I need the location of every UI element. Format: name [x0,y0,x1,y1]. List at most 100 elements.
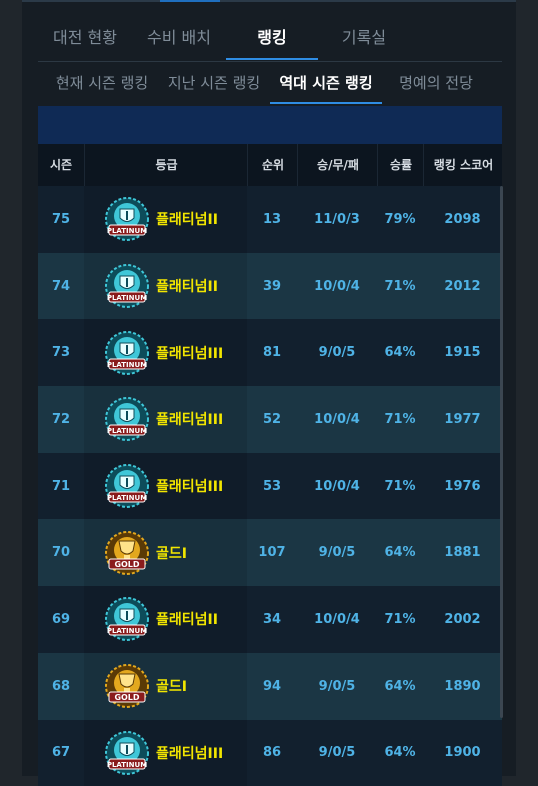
record-cell: 10/0/4 [297,453,377,520]
grade-cell: PLATINUM 플래티넘II [84,186,247,253]
svg-text:PLATINUM: PLATINUM [107,227,147,235]
gold-badge-icon: GOLD [104,663,150,709]
win-rate-cell: 71% [377,453,423,520]
tab-defense-setup[interactable]: 수비 배치 [146,20,212,60]
svg-text:GOLD: GOLD [114,560,139,569]
table-row: 73PLATINUM플래티넘III819/0/564%1915 [38,319,502,386]
table-row: 71PLATINUM플래티넘III5310/0/471%1976 [38,453,502,520]
grade-cell: GOLD 골드I [84,653,247,720]
rank-cell: 81 [247,319,297,386]
platinum-badge-icon: PLATINUM [104,730,150,776]
rank-cell: 107 [247,519,297,586]
table-banner [38,106,502,144]
season-cell: 70 [38,519,84,586]
scrollbar[interactable] [500,186,503,718]
header-grade: 등급 [84,144,248,186]
record-cell: 9/0/5 [297,720,377,786]
tab-hall-of-fame[interactable]: 명예의 전당 [398,64,474,104]
table-row: 74PLATINUM플래티넘II3910/0/471%2012 [38,253,502,320]
record-cell: 9/0/5 [297,653,377,720]
table-row: 67 PLATINUM 플래티넘III 869/0/564%1900 [38,720,502,786]
score-cell: 1915 [423,319,502,386]
grade-cell: PLATINUM플래티넘II [84,586,247,653]
rank-cell: 94 [247,653,297,720]
season-cell: 74 [38,253,84,320]
table-body: 75 PLATINUM 플래티넘II 1311/0/379%2098 74 PLATINU… [38,186,502,786]
gold-badge-icon: GOLD [104,530,150,576]
platinum-badge-icon: PLATINUM [104,263,150,309]
score-cell: 1977 [423,386,502,453]
svg-text:PLATINUM: PLATINUM [107,361,147,369]
grade-name: 플래티넘III [156,476,223,496]
grade-name: 플래티넘II [156,276,218,296]
season-cell: 69 [38,586,84,653]
rank-cell: 13 [247,186,297,253]
top-divider [22,0,516,2]
season-cell: 67 [38,720,84,786]
svg-text:PLATINUM: PLATINUM [107,494,147,502]
score-cell: 1881 [423,519,502,586]
main-tab-bar: 대전 현황 수비 배치 랭킹 기록실 [22,20,516,62]
table-row: 69PLATINUM플래티넘II3410/0/471%2002 [38,586,502,653]
score-cell: 1890 [423,653,502,720]
svg-text:PLATINUM: PLATINUM [107,294,147,302]
header-win-rate: 승률 [377,144,424,186]
win-rate-cell: 64% [377,720,423,786]
table-header: 시즌 등급 순위 승/무/패 승률 랭킹 스코어 [38,144,502,186]
tab-last-season-ranking[interactable]: 지난 시즌 랭킹 [166,64,262,104]
table-row: 75 PLATINUM 플래티넘II 1311/0/379%2098 [38,186,502,253]
tab-divider [38,61,502,62]
score-cell: 2098 [423,186,502,253]
header-score: 랭킹 스코어 [423,144,503,186]
record-cell: 9/0/5 [297,519,377,586]
sub-tab-bar: 현재 시즌 랭킹 지난 시즌 랭킹 역대 시즌 랭킹 명예의 전당 [22,64,516,106]
record-cell: 10/0/4 [297,253,377,320]
record-cell: 9/0/5 [297,319,377,386]
platinum-badge-icon: PLATINUM [104,330,150,376]
grade-name: 골드I [156,676,187,696]
tab-ranking[interactable]: 랭킹 [226,20,318,60]
season-cell: 72 [38,386,84,453]
rank-cell: 52 [247,386,297,453]
season-cell: 68 [38,653,84,720]
win-rate-cell: 64% [377,519,423,586]
grade-cell: PLATINUM 플래티넘III [84,720,247,786]
platinum-badge-icon: PLATINUM [104,196,150,242]
grade-cell: GOLD 골드I [84,519,247,586]
platinum-badge-icon: PLATINUM [104,463,150,509]
score-cell: 1900 [423,720,502,786]
header-rank: 순위 [247,144,298,186]
svg-text:PLATINUM: PLATINUM [107,761,147,769]
season-cell: 73 [38,319,84,386]
ranking-panel: 대전 현황 수비 배치 랭킹 기록실 현재 시즌 랭킹 지난 시즌 랭킹 역대 … [22,0,516,776]
grade-cell: PLATINUM플래티넘III [84,319,247,386]
tab-current-season-ranking[interactable]: 현재 시즌 랭킹 [54,64,150,104]
tab-battle-status[interactable]: 대전 현황 [52,20,118,60]
svg-text:PLATINUM: PLATINUM [107,627,147,635]
header-record: 승/무/패 [297,144,378,186]
table-row: 72PLATINUM플래티넘III5210/0/471%1977 [38,386,502,453]
grade-name: 플래티넘III [156,743,223,763]
platinum-badge-icon: PLATINUM [104,396,150,442]
win-rate-cell: 71% [377,386,423,453]
grade-cell: PLATINUM 플래티넘III [84,453,247,520]
season-ranking-table: 시즌 등급 순위 승/무/패 승률 랭킹 스코어 75 PLATINUM 플래티넘I… [38,144,502,786]
season-cell: 75 [38,186,84,253]
tab-all-time-season-ranking[interactable]: 역대 시즌 랭킹 [270,64,382,104]
header-season: 시즌 [38,144,84,186]
svg-text:GOLD: GOLD [114,693,139,702]
score-cell: 2002 [423,586,502,653]
win-rate-cell: 79% [377,186,423,253]
record-cell: 11/0/3 [297,186,377,253]
win-rate-cell: 71% [377,253,423,320]
win-rate-cell: 71% [377,586,423,653]
grade-name: 골드I [156,543,187,563]
rank-cell: 86 [247,720,297,786]
score-cell: 1976 [423,453,502,520]
season-cell: 71 [38,453,84,520]
rank-cell: 34 [247,586,297,653]
tab-records[interactable]: 기록실 [336,20,392,60]
grade-cell: PLATINUM 플래티넘II [84,253,247,320]
grade-name: 플래티넘III [156,409,223,429]
grade-name: 플래티넘II [156,209,218,229]
